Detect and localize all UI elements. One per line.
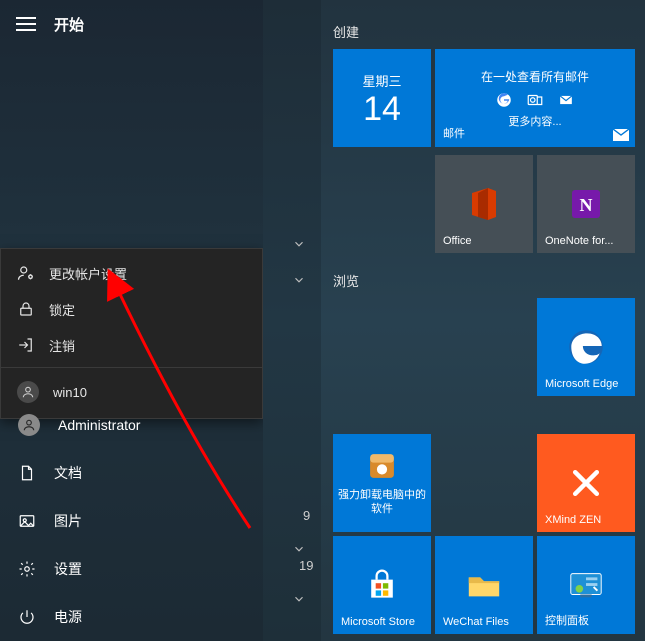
account-flyout: 更改帐户设置 锁定 注销 win10 xyxy=(0,248,263,419)
mail-corner-icon xyxy=(613,129,629,141)
lock-label: 锁定 xyxy=(49,300,75,319)
control-panel-icon xyxy=(565,564,607,606)
tile-edge[interactable]: Microsoft Edge xyxy=(537,298,635,396)
flyout-user-label: win10 xyxy=(53,385,87,400)
store-caption: Microsoft Store xyxy=(341,616,423,628)
change-account-label: 更改帐户设置 xyxy=(49,264,127,283)
user-avatar-icon xyxy=(17,381,39,403)
power-icon xyxy=(18,608,36,626)
tile-wechat-files[interactable]: WeChat Files xyxy=(435,536,533,634)
chevron-down-icon[interactable] xyxy=(291,541,307,557)
flyout-separator xyxy=(1,367,262,368)
calendar-weekday: 星期三 xyxy=(362,71,401,90)
lock-item[interactable]: 锁定 xyxy=(1,291,262,327)
sidebar-item-admin[interactable]: Administrator xyxy=(0,401,263,449)
outlook-icon xyxy=(525,91,545,109)
wechat-caption: WeChat Files xyxy=(443,616,525,628)
tile-mail[interactable]: 在一处查看所有邮件 更多内容... 邮件 xyxy=(435,49,635,147)
google-icon xyxy=(495,91,513,109)
lock-icon xyxy=(17,300,35,318)
svg-text:N: N xyxy=(580,195,593,215)
gear-icon xyxy=(18,560,36,578)
tile-store[interactable]: Microsoft Store xyxy=(333,536,431,634)
onenote-icon: N xyxy=(565,183,607,225)
start-sidebar: 开始 更改帐户设置 锁定 注销 win10 xyxy=(0,0,263,641)
sidebar-item-settings[interactable]: 设置 xyxy=(0,545,263,593)
chevron-down-icon[interactable] xyxy=(291,591,307,607)
document-icon xyxy=(18,464,36,482)
change-account-settings[interactable]: 更改帐户设置 xyxy=(1,255,262,291)
start-title: 开始 xyxy=(54,14,84,35)
group-browse-label[interactable]: 浏览 xyxy=(321,271,645,298)
sidebar-item-power[interactable]: 电源 xyxy=(0,593,263,641)
admin-avatar-icon xyxy=(18,414,40,436)
chevron-down-icon[interactable] xyxy=(291,236,307,252)
power-label: 电源 xyxy=(54,607,82,627)
mail-provider-icons xyxy=(495,91,575,109)
folder-icon xyxy=(463,564,505,606)
start-header: 开始 xyxy=(0,0,263,48)
sign-out-label: 注销 xyxy=(49,336,75,355)
app-list-column: 9 19 xyxy=(263,0,321,641)
xmind-caption: XMind ZEN xyxy=(545,514,627,526)
sign-out-icon xyxy=(17,336,35,354)
tile-office[interactable]: Office xyxy=(435,155,533,253)
documents-label: 文档 xyxy=(54,463,82,483)
envelope-icon xyxy=(557,93,575,107)
hamburger-icon[interactable] xyxy=(16,17,36,31)
tiles-panel: 创建 星期三 14 在一处查看所有邮件 更多内容... 邮件 Office xyxy=(321,0,645,641)
edge-icon xyxy=(565,326,607,368)
edge-caption: Microsoft Edge xyxy=(545,378,627,390)
xmind-icon xyxy=(565,462,607,504)
list-fragment: 9 xyxy=(303,508,310,523)
calendar-day: 14 xyxy=(363,92,401,126)
tile-control-panel[interactable]: 控制面板 xyxy=(537,536,635,634)
tile-xmind[interactable]: XMind ZEN xyxy=(537,434,635,532)
chevron-down-icon[interactable] xyxy=(291,272,307,288)
uninstaller-caption: 强力卸载电脑中的软件 xyxy=(333,489,431,517)
tile-calendar[interactable]: 星期三 14 xyxy=(333,49,431,147)
control-panel-caption: 控制面板 xyxy=(545,612,627,628)
uninstaller-icon xyxy=(365,449,399,483)
onenote-caption: OneNote for... xyxy=(545,235,627,247)
sidebar-item-pictures[interactable]: 图片 xyxy=(0,497,263,545)
user-gear-icon xyxy=(17,264,35,282)
pictures-icon xyxy=(18,512,36,530)
office-caption: Office xyxy=(443,235,525,247)
admin-label: Administrator xyxy=(58,417,140,433)
sidebar-bottom: Administrator 文档 图片 设置 电源 xyxy=(0,401,263,641)
tile-onenote[interactable]: N OneNote for... xyxy=(537,155,635,253)
store-icon xyxy=(361,564,403,606)
tile-uninstaller[interactable]: 强力卸载电脑中的软件 xyxy=(333,434,431,532)
mail-caption: 邮件 xyxy=(443,125,627,141)
list-fragment: 19 xyxy=(299,558,313,573)
sign-out-item[interactable]: 注销 xyxy=(1,327,262,363)
mail-headline: 在一处查看所有邮件 xyxy=(481,68,589,85)
pictures-label: 图片 xyxy=(54,511,82,531)
office-icon xyxy=(463,183,505,225)
sidebar-item-documents[interactable]: 文档 xyxy=(0,449,263,497)
group-create-label[interactable]: 创建 xyxy=(321,22,645,49)
settings-label: 设置 xyxy=(54,559,82,579)
